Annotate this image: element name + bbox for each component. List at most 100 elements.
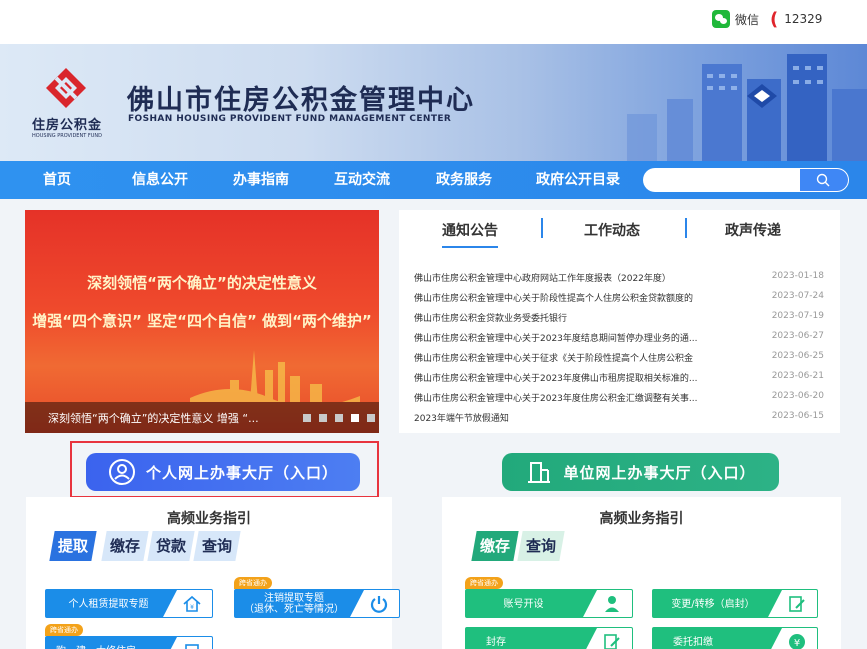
news-title: 佛山市住房公积金管理中心政府网站工作年度报表（2022年度） xyxy=(414,274,671,284)
unit-hall-button[interactable]: 单位网上办事大厅（入口） xyxy=(502,453,779,491)
service-iconbox: ¥ xyxy=(767,628,817,649)
news-title: 2023年端午节放假通知 xyxy=(414,414,509,424)
service-label: 变更/转移（启封） xyxy=(671,599,755,610)
carousel-dot[interactable] xyxy=(303,414,311,422)
service-iconbox xyxy=(582,628,632,649)
edit-icon xyxy=(604,634,620,649)
wechat-label: 微信 xyxy=(735,12,760,27)
nav-item-home[interactable]: 首页 xyxy=(43,161,71,199)
tab-query[interactable]: 查询 xyxy=(193,531,241,561)
search-icon xyxy=(816,173,830,187)
logo-en-text: HOUSING PROVIDENT FUND xyxy=(32,133,102,139)
nav-item-interaction[interactable]: 互动交流 xyxy=(334,161,390,199)
logo-diamond-icon xyxy=(46,68,86,108)
tab-notices[interactable]: 通知公告 xyxy=(442,220,498,248)
tab-government-voice[interactable]: 政声传递 xyxy=(725,220,781,240)
tab-query[interactable]: 查询 xyxy=(517,531,565,561)
news-date: 2023-06-25 xyxy=(771,351,824,361)
wechat-icon xyxy=(712,10,730,28)
service-iconbox xyxy=(582,590,632,617)
service-label: 账号开设 xyxy=(503,599,544,610)
tab-work-updates[interactable]: 工作动态 xyxy=(584,220,640,240)
news-date: 2023-06-20 xyxy=(771,391,824,401)
news-item[interactable]: 佛山市住房公积金管理中心关于阶段性提高个人住房公积金贷款额度的 2023-07-2… xyxy=(414,288,824,308)
account-open-service[interactable]: 账号开设 xyxy=(465,589,633,618)
news-item[interactable]: 佛山市住房公积金贷款业务受委托银行 2023-07-19 xyxy=(414,308,824,328)
service-iconbox xyxy=(162,637,212,649)
building-icon xyxy=(528,462,551,483)
news-title: 佛山市住房公积金管理中心关于征求《关于阶段性提高个人住房公积金 xyxy=(414,354,694,364)
service-iconbox xyxy=(767,590,817,617)
personal-guide-panel: 高频业务指引 提取 缴存 贷款 查询 个人租赁提取专题 ¥ 跨省通办 注销提取专… xyxy=(26,497,400,649)
tab-label: 贷款 xyxy=(156,537,187,555)
news-item[interactable]: 佛山市住房公积金管理中心关于2023年度住房公积金汇缴调整有关事... 2023-… xyxy=(414,388,824,408)
carousel-dot[interactable] xyxy=(367,414,375,422)
tab-label: 缴存 xyxy=(480,537,511,555)
carousel-dot[interactable] xyxy=(319,414,327,422)
nav-item-guide[interactable]: 办事指南 xyxy=(233,161,289,199)
service-label: 个人租赁提取专题 xyxy=(68,599,149,610)
carousel-headline: 深刻领悟“两个确立”的决定性意义 xyxy=(87,274,317,292)
rental-withdraw-service[interactable]: 个人租赁提取专题 ¥ xyxy=(45,589,213,618)
news-item[interactable]: 佛山市住房公积金管理中心政府网站工作年度报表（2022年度） 2023-01-18 xyxy=(414,268,824,288)
news-date: 2023-01-18 xyxy=(771,271,824,281)
panel-title: 高频业务指引 xyxy=(167,511,251,527)
service-label: 注销提取专题 （退休、死亡等情况） xyxy=(235,590,353,617)
news-date: 2023-06-27 xyxy=(771,331,824,341)
cross-province-tag: 跨省通办 xyxy=(45,624,83,636)
city-skyline-illustration xyxy=(190,350,360,402)
news-date: 2023-07-19 xyxy=(771,311,824,321)
nav-item-services[interactable]: 政务服务 xyxy=(436,161,492,199)
unit-guide-panel: 高频业务指引 缴存 查询 跨省通办 账号开设 变更/转移（启封） 封存 委托扣缴… xyxy=(442,497,841,649)
news-list: 佛山市住房公积金管理中心政府网站工作年度报表（2022年度） 2023-01-18… xyxy=(414,268,824,428)
hotline: ( 12329 xyxy=(770,8,822,30)
building-small-icon xyxy=(185,644,199,649)
carousel-dot-active[interactable] xyxy=(351,414,359,422)
news-panel: 通知公告 工作动态 政声传递 佛山市住房公积金管理中心政府网站工作年度报表（20… xyxy=(399,210,840,433)
edit-icon xyxy=(789,596,805,612)
news-carousel[interactable]: 深刻领悟“两个确立”的决定性意义 增强“四个意识” 坚定“四个自信” 做到“两个… xyxy=(25,210,379,433)
wechat-link[interactable]: 微信 xyxy=(712,9,759,29)
nav-item-directory[interactable]: 政府公开目录 xyxy=(536,161,620,199)
change-transfer-service[interactable]: 变更/转移（启封） xyxy=(652,589,818,618)
seal-service[interactable]: 封存 xyxy=(465,627,633,649)
money-icon: ¥ xyxy=(789,634,805,649)
news-item[interactable]: 佛山市住房公积金管理中心关于2023年度结息期间暂停办理业务的通... 2023-… xyxy=(414,328,824,348)
tab-divider xyxy=(541,218,543,238)
buildings-illustration xyxy=(627,54,867,161)
tab-label: 查询 xyxy=(526,537,557,555)
auto-debit-service[interactable]: 委托扣缴 ¥ xyxy=(652,627,818,649)
tab-deposit[interactable]: 缴存 xyxy=(471,531,519,561)
search-input[interactable] xyxy=(651,168,801,192)
cancel-withdraw-service[interactable]: 注销提取专题 （退休、死亡等情况） xyxy=(234,589,400,618)
nav-item-info[interactable]: 信息公开 xyxy=(132,161,188,199)
unit-hall-label: 单位网上办事大厅（入口） xyxy=(563,463,756,482)
news-date: 2023-06-15 xyxy=(771,411,824,421)
site-logo[interactable]: 住房公积金 HOUSING PROVIDENT FUND xyxy=(20,66,114,146)
news-item[interactable]: 佛山市住房公积金管理中心关于征求《关于阶段性提高个人住房公积金 2023-06-2… xyxy=(414,348,824,368)
service-label-line: 注销提取专题 xyxy=(264,593,324,604)
news-item[interactable]: 佛山市住房公积金管理中心关于2023年度佛山市租房提取相关标准的... 2023-… xyxy=(414,368,824,388)
site-subtitle: FOSHAN HOUSING PROVIDENT FUND MANAGEMENT… xyxy=(128,114,452,124)
service-label: 购、建、大修住房 xyxy=(46,637,146,649)
tab-label: 缴存 xyxy=(110,537,141,555)
search-button[interactable] xyxy=(800,169,848,191)
news-title: 佛山市住房公积金管理中心关于2023年度住房公积金汇缴调整有关事... xyxy=(414,394,698,404)
user-icon xyxy=(108,459,135,485)
person-icon xyxy=(605,596,619,612)
service-label: 封存 xyxy=(486,637,506,648)
service-label: 委托扣缴 xyxy=(673,637,713,648)
news-title: 佛山市住房公积金管理中心关于2023年度佛山市租房提取相关标准的... xyxy=(414,374,698,384)
carousel-dot[interactable] xyxy=(335,414,343,422)
personal-hall-button[interactable]: 个人网上办事大厅（入口） xyxy=(86,453,360,491)
news-item[interactable]: 2023年端午节放假通知 2023-06-15 xyxy=(414,408,824,428)
cross-province-tag: 跨省通办 xyxy=(465,577,503,589)
tab-loan[interactable]: 贷款 xyxy=(147,531,195,561)
panel-title: 高频业务指引 xyxy=(599,511,684,527)
house-purchase-withdraw-service[interactable]: 购、建、大修住房 xyxy=(45,636,213,649)
carousel-slogan: 增强“四个意识” 坚定“四个自信” 做到“两个维护” xyxy=(32,312,372,330)
tab-deposit[interactable]: 缴存 xyxy=(101,531,149,561)
phone-icon: ( xyxy=(770,8,779,30)
tab-withdraw[interactable]: 提取 xyxy=(49,531,97,561)
power-icon xyxy=(370,596,388,613)
